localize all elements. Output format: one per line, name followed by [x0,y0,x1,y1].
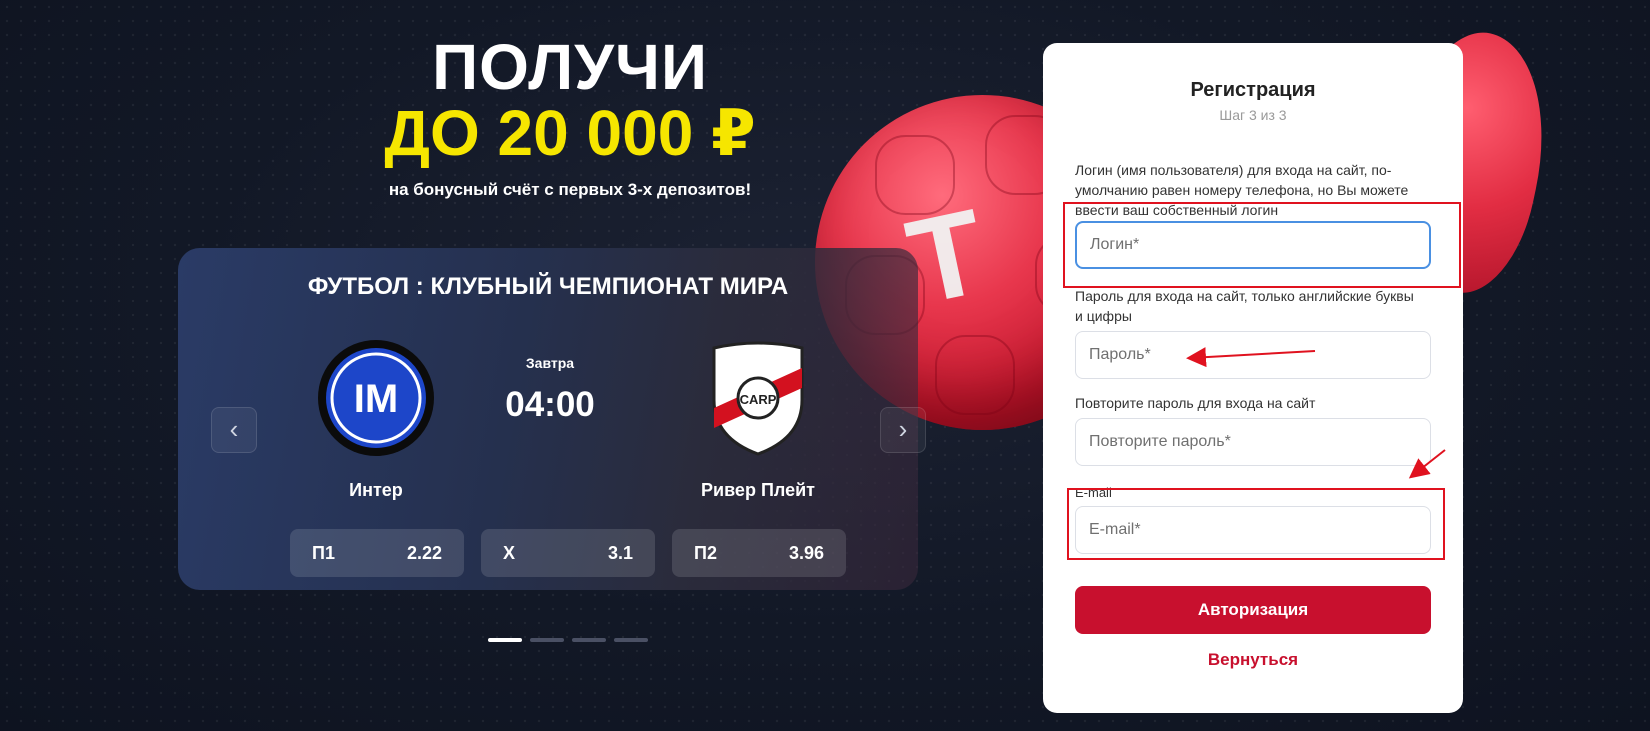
annotation-arrows [1186,347,1446,479]
arrow-to-password [1186,347,1316,368]
arrow-to-email [1408,449,1446,479]
